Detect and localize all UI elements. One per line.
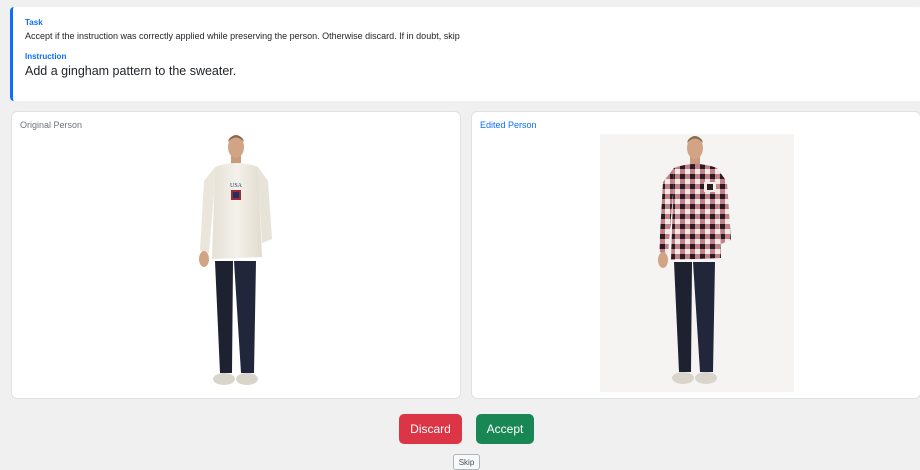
edited-person-panel: Edited Person	[471, 111, 920, 399]
skip-button[interactable]: Skip	[453, 454, 480, 470]
original-person-title: Original Person	[20, 120, 83, 130]
original-person-panel: Original Person USA	[11, 111, 461, 399]
instruction-text: Add a gingham pattern to the sweater.	[25, 64, 237, 78]
task-text: Accept if the instruction was correctly …	[25, 31, 460, 41]
svg-text:USA: USA	[230, 183, 243, 189]
original-person-image: USA	[199, 135, 272, 385]
edited-person-image	[600, 134, 794, 392]
accept-button[interactable]: Accept	[476, 414, 534, 444]
instruction-label: Instruction	[25, 52, 67, 61]
edited-person-title: Edited Person	[480, 120, 537, 130]
task-card: Task Accept if the instruction was corre…	[10, 7, 920, 101]
discard-button[interactable]: Discard	[399, 414, 462, 444]
task-label: Task	[25, 18, 43, 27]
